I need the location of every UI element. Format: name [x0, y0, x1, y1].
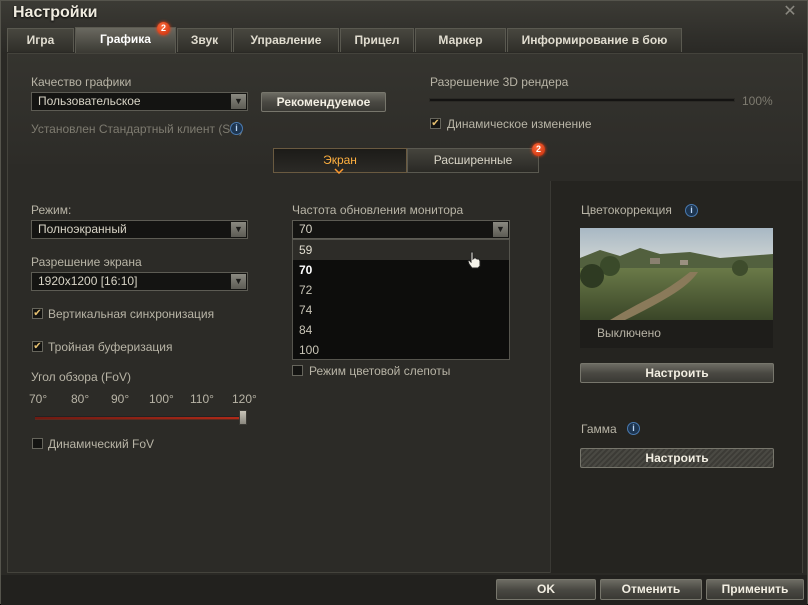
refresh-option-84[interactable]: 84 [293, 320, 509, 340]
info-icon[interactable]: i [230, 122, 243, 135]
gamma-configure-button[interactable]: Настроить [580, 448, 774, 468]
hand-cursor-icon [467, 251, 481, 272]
color-correction-configure-button[interactable]: Настроить [580, 363, 774, 383]
client-note: Установлен Стандартный клиент (SD) [31, 122, 243, 136]
chevron-down-icon: ▼ [231, 94, 246, 109]
tab-controls[interactable]: Управление [233, 28, 339, 52]
dynamic-fov-checkbox[interactable] [32, 438, 43, 449]
tab-sight[interactable]: Прицел [340, 28, 414, 52]
refresh-option-74[interactable]: 74 [293, 300, 509, 320]
chevron-down-icon: ▼ [231, 274, 246, 289]
dynamic-change-label: Динамическое изменение [447, 117, 592, 131]
triple-buffer-label: Тройная буферизация [48, 340, 173, 354]
tab-battle-info[interactable]: Информирование в бою [507, 28, 682, 52]
fov-slider-track[interactable] [35, 416, 245, 419]
color-correction-preview: Выключено [580, 228, 773, 348]
color-correction-label: Цветокоррекция [581, 203, 672, 217]
graphics-tab-badge: 2 [157, 22, 170, 35]
dynamic-fov-label: Динамический FoV [48, 437, 155, 451]
dynamic-change-checkbox[interactable]: ✔ [430, 118, 441, 129]
mode-select[interactable]: Полноэкранный ▼ [31, 220, 248, 239]
graphics-quality-select[interactable]: Пользовательское ▼ [31, 92, 248, 111]
colorblind-checkbox[interactable] [292, 365, 303, 376]
settings-window: Настройки ✕ Игра Графика 2 Звук Управлен… [0, 0, 808, 605]
tab-game[interactable]: Игра [7, 28, 74, 52]
close-icon[interactable]: ✕ [781, 3, 799, 21]
advanced-tab-badge: 2 [532, 143, 545, 156]
fov-label: Угол обзора (FoV) [31, 370, 131, 384]
resolution-select[interactable]: 1920x1200 [16:10] ▼ [31, 272, 248, 291]
refresh-rate-value: 70 [299, 222, 313, 236]
fov-tick: 120° [232, 392, 257, 406]
fov-slider-thumb[interactable] [239, 410, 247, 425]
recommended-button[interactable]: Рекомендуемое [261, 92, 386, 112]
mode-value: Полноэкранный [38, 222, 127, 236]
active-subtab-chevron-icon [334, 168, 344, 174]
triple-buffer-checkbox[interactable]: ✔ [32, 341, 43, 352]
subtab-screen-label: Экран [323, 153, 357, 167]
info-icon[interactable]: i [685, 204, 698, 217]
info-icon[interactable]: i [627, 422, 640, 435]
chevron-down-icon: ▼ [493, 222, 508, 237]
render-resolution-label: Разрешение 3D рендера [430, 75, 569, 89]
refresh-option-72[interactable]: 72 [293, 280, 509, 300]
window-title: Настройки [13, 4, 98, 21]
graphics-quality-label: Качество графики [31, 75, 132, 89]
render-resolution-value: 100% [742, 94, 773, 108]
ok-button[interactable]: OK [496, 579, 596, 600]
tab-sound[interactable]: Звук [177, 28, 232, 52]
fov-tick: 110° [190, 392, 214, 406]
render-resolution-slider[interactable] [429, 98, 735, 102]
mode-label: Режим: [31, 203, 72, 217]
refresh-rate-label: Частота обновления монитора [292, 203, 464, 217]
fov-tick: 90° [111, 392, 130, 406]
vsync-label: Вертикальная синхронизация [48, 307, 215, 321]
color-correction-status: Выключено [597, 326, 661, 340]
chevron-down-icon: ▼ [231, 222, 246, 237]
sub-tabs: Экран Расширенные [273, 148, 539, 173]
apply-button[interactable]: Применить [706, 579, 804, 600]
cancel-button[interactable]: Отменить [600, 579, 702, 600]
vsync-checkbox[interactable]: ✔ [32, 308, 43, 319]
subtab-advanced[interactable]: Расширенные [407, 148, 539, 173]
refresh-option-100[interactable]: 100 [293, 340, 509, 360]
graphics-quality-value: Пользовательское [38, 94, 141, 108]
refresh-rate-select[interactable]: 70 ▼ [292, 220, 510, 239]
fov-tick: 70° [29, 392, 48, 406]
resolution-value: 1920x1200 [16:10] [38, 274, 138, 288]
tab-marker[interactable]: Маркер [415, 28, 506, 52]
fov-tick: 80° [71, 392, 90, 406]
resolution-label: Разрешение экрана [31, 255, 142, 269]
fov-tick: 100° [149, 392, 174, 406]
gamma-label: Гамма [581, 422, 617, 436]
colorblind-label: Режим цветовой слепоты [309, 364, 451, 378]
